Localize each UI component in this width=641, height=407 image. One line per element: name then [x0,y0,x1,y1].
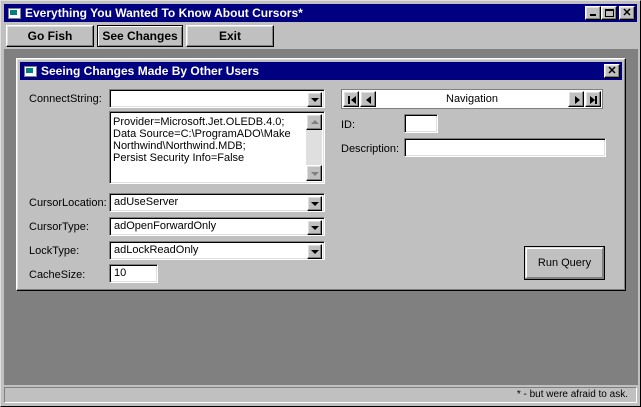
description-label: Description: [341,143,400,155]
lock-type-value: adLockReadOnly [114,244,199,256]
status-panel: * - but were afraid to ask. [4,387,637,403]
move-first-icon [351,96,356,104]
chevron-down-icon [311,250,319,254]
child-close-button[interactable]: ✕ [604,64,620,78]
scroll-up-icon [311,120,319,124]
connect-string-line: Data Source=C:\ProgramADO\Make [113,128,291,140]
vertical-scrollbar[interactable] [306,114,322,181]
id-label: ID: [341,119,356,131]
scroll-down-icon [311,172,319,176]
maximize-button[interactable] [601,6,617,20]
move-first-button[interactable] [343,91,359,107]
child-window-title: Seeing Changes Made By Other Users [41,64,260,78]
navigation-bar: Navigation [341,89,603,109]
move-first-bar [348,96,350,104]
connect-string-dropdown-button[interactable] [307,92,322,107]
run-query-button[interactable]: Run Query [524,246,605,280]
window-title: Everything You Wanted To Know About Curs… [25,6,303,20]
move-previous-icon [366,96,371,104]
cursor-type-dropdown-button[interactable] [307,220,322,235]
child-window: Seeing Changes Made By Other Users ✕ Con… [16,58,626,291]
move-last-button[interactable] [585,91,601,107]
go-fish-button[interactable]: Go Fish [6,25,94,47]
cursor-location-label: CursorLocation: [29,197,107,209]
cache-size-input[interactable]: 10 [109,264,158,283]
connect-string-combo[interactable] [109,89,325,108]
cursor-type-label: CursorType: [29,221,89,233]
app-icon [7,6,21,20]
toolbar: Go Fish See Changes Exit [4,24,637,48]
lock-type-combo[interactable]: adLockReadOnly [109,241,325,260]
connect-string-line: Northwind\Northwind.MDB; [113,140,246,152]
cache-size-value: 10 [114,267,127,279]
maximize-icon [605,9,614,17]
chevron-down-icon [311,226,319,230]
minimize-icon [590,14,596,16]
connect-string-textarea[interactable]: Provider=Microsoft.Jet.OLEDB.4.0; Data S… [109,111,325,184]
caption-buttons: ✕ [585,6,635,20]
move-next-icon [575,96,580,104]
minimize-button[interactable] [585,6,601,20]
run-query-bevel [526,248,603,278]
scroll-up-button[interactable] [306,114,322,130]
cursor-type-combo[interactable]: adOpenForwardOnly [109,217,325,236]
close-icon: ✕ [607,64,617,77]
connect-string-line: Provider=Microsoft.Jet.OLEDB.4.0; [113,116,285,128]
connect-string-line: Persist Security Info=False [113,152,245,164]
lock-type-label: LockType: [29,245,80,257]
cache-size-label: CacheSize: [29,269,86,281]
cursor-location-value: adUseServer [114,196,179,208]
close-button[interactable]: ✕ [619,6,635,20]
description-input[interactable] [404,138,606,157]
scroll-down-button[interactable] [306,165,322,181]
move-last-bar [595,96,597,104]
move-previous-button[interactable] [360,91,376,107]
child-window-icon [23,64,37,78]
connect-string-text: Provider=Microsoft.Jet.OLEDB.4.0; Data S… [113,116,305,164]
see-changes-button[interactable]: See Changes [97,25,183,47]
close-icon: ✕ [622,6,632,19]
move-next-button[interactable] [568,91,584,107]
chevron-down-icon [311,98,319,102]
cursor-location-dropdown-button[interactable] [307,196,322,211]
status-bar: * - but were afraid to ask. [4,387,637,403]
child-titlebar[interactable]: Seeing Changes Made By Other Users ✕ [20,62,622,80]
chevron-down-icon [311,202,319,206]
navigation-caption: Navigation [446,93,498,105]
lock-type-dropdown-button[interactable] [307,244,322,259]
id-input[interactable] [404,114,438,133]
cursor-location-combo[interactable]: adUseServer [109,193,325,212]
main-titlebar[interactable]: Everything You Wanted To Know About Curs… [4,4,637,22]
cursor-type-value: adOpenForwardOnly [114,220,217,232]
status-text: * - but were afraid to ask. [516,389,628,400]
connect-string-label: ConnectString: [29,93,102,105]
exit-button[interactable]: Exit [186,25,274,47]
